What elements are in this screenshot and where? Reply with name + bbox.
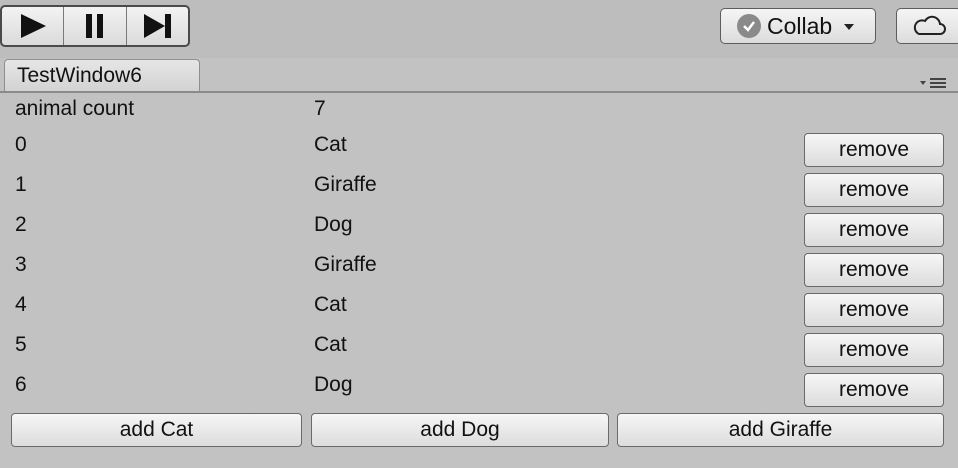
animal-count-label: animal count (15, 97, 135, 120)
list-item: 3 Giraffe remove (0, 253, 958, 293)
chevron-down-icon (844, 24, 855, 30)
add-giraffe-button[interactable]: add Giraffe (617, 413, 944, 447)
add-cat-button[interactable]: add Cat (11, 413, 302, 447)
remove-button[interactable]: remove (804, 373, 944, 407)
collab-label: Collab (767, 12, 833, 39)
animal-name: Cat (314, 293, 347, 316)
cloud-icon (913, 15, 946, 35)
animal-index: 1 (15, 173, 27, 196)
remove-button[interactable]: remove (804, 213, 944, 247)
pause-icon (85, 14, 103, 38)
animal-count-value: 7 (314, 97, 326, 120)
cloud-button[interactable] (896, 8, 958, 44)
tab-menu-icon[interactable] (920, 76, 950, 90)
step-icon (144, 14, 172, 38)
list-item: 4 Cat remove (0, 293, 958, 333)
list-item: 5 Cat remove (0, 333, 958, 373)
play-icon (20, 14, 46, 38)
animal-name: Dog (314, 373, 353, 396)
tab-testwindow6[interactable]: TestWindow6 (4, 59, 200, 92)
animal-index: 5 (15, 333, 27, 356)
animal-index: 4 (15, 293, 27, 316)
window-content: animal count 7 0 Cat remove 1 Giraffe re… (0, 93, 958, 468)
animal-name: Giraffe (314, 253, 377, 276)
remove-button[interactable]: remove (804, 133, 944, 167)
list-item: 0 Cat remove (0, 133, 958, 173)
animal-index: 3 (15, 253, 27, 276)
animal-name: Dog (314, 213, 353, 236)
collab-dropdown[interactable]: Collab (720, 8, 876, 44)
remove-button[interactable]: remove (804, 333, 944, 367)
list-item: 1 Giraffe remove (0, 173, 958, 213)
animal-name: Cat (314, 333, 347, 356)
pause-button[interactable] (64, 7, 127, 45)
remove-button[interactable]: remove (804, 253, 944, 287)
animal-name: Giraffe (314, 173, 377, 196)
animal-index: 0 (15, 133, 27, 156)
remove-button[interactable]: remove (804, 173, 944, 207)
list-item: 2 Dog remove (0, 213, 958, 253)
unity-editor-window: Collab TestWindow6 animal count 7 0 Cat (0, 0, 958, 468)
toolbar: Collab (0, 0, 958, 58)
check-circle-icon (737, 14, 761, 38)
list-item: 6 Dog remove (0, 373, 958, 413)
playback-controls (0, 5, 190, 47)
remove-button[interactable]: remove (804, 293, 944, 327)
add-dog-button[interactable]: add Dog (311, 413, 609, 447)
tab-title: TestWindow6 (17, 64, 142, 87)
animal-index: 2 (15, 213, 27, 236)
animal-count-row: animal count 7 (0, 97, 958, 137)
play-button[interactable] (2, 7, 65, 45)
animal-name: Cat (314, 133, 347, 156)
animal-index: 6 (15, 373, 27, 396)
step-button[interactable] (127, 7, 188, 45)
